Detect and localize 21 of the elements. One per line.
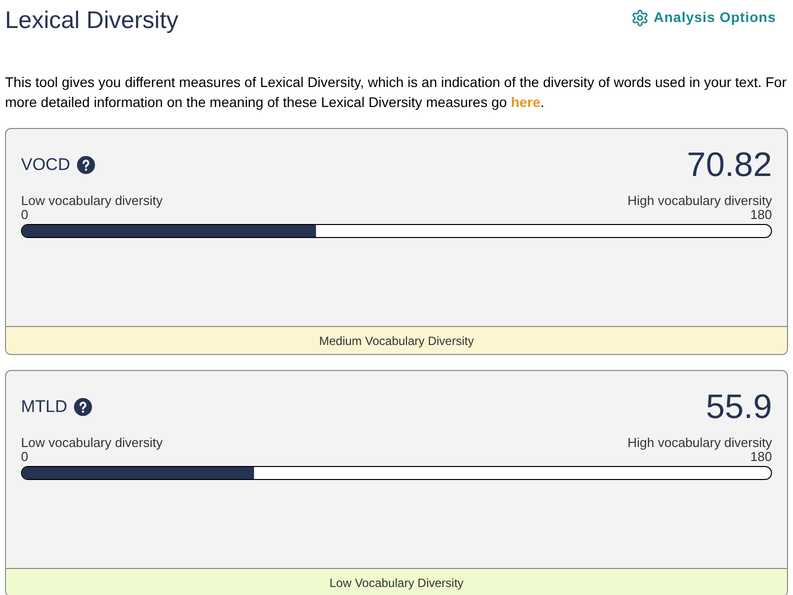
scale-max: 180 [750, 450, 772, 464]
verdict-banner: Medium Vocabulary Diversity [6, 326, 787, 354]
scale-min: 0 [21, 208, 28, 222]
intro-paragraph: This tool gives you different measures of Lexical Diversity, which is an indication of the diversity of words used in your text. For more detailed information on the meaning of these Lexical Diversity measures go here. [5, 73, 788, 112]
measure-score: 70.82 [686, 145, 772, 185]
page-title: Lexical Diversity [5, 6, 178, 36]
verdict-banner: Low Vocabulary Diversity [6, 568, 787, 595]
measure-name: MTLD [21, 396, 68, 418]
high-label: High vocabulary diversity [627, 193, 772, 208]
low-label: Low vocabulary diversity [21, 193, 163, 208]
measure-score: 55.9 [706, 387, 772, 427]
high-label: High vocabulary diversity [627, 435, 772, 450]
help-icon[interactable] [74, 398, 92, 416]
scale-min: 0 [21, 450, 28, 464]
low-label: Low vocabulary diversity [21, 435, 163, 450]
settings-icon [630, 8, 649, 26]
measure-name: VOCD [21, 154, 70, 176]
help-icon[interactable] [77, 156, 96, 174]
scale-max: 180 [750, 208, 772, 222]
here-link[interactable]: here [510, 94, 540, 110]
analysis-options-link[interactable]: Analysis Options [630, 7, 776, 28]
